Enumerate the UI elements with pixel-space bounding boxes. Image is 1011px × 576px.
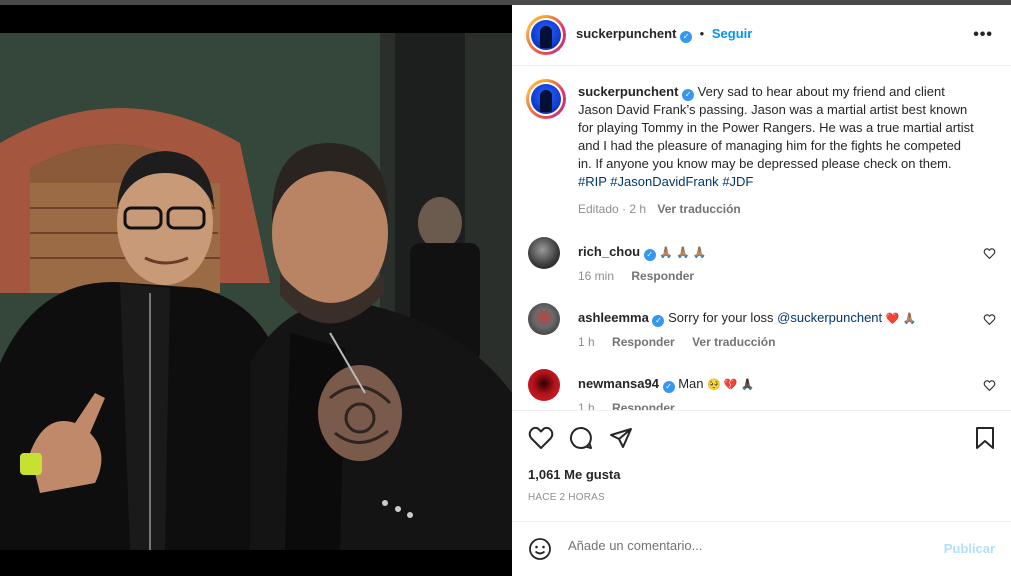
verified-badge-icon: ✓ — [652, 315, 665, 327]
send-icon[interactable] — [609, 426, 633, 450]
reply-link[interactable]: Responder — [612, 335, 675, 349]
comment-emojis: ❤️ 🙏🏽 — [885, 313, 917, 325]
comment-like-icon[interactable] — [983, 379, 996, 392]
comments-list[interactable]: suckerpunchent ✓ Very sad to hear about … — [512, 67, 1011, 410]
comment-body: Man — [678, 376, 708, 391]
caption-username[interactable]: suckerpunchent — [578, 84, 678, 99]
comment-time: 1 h — [578, 335, 595, 349]
reply-link[interactable]: Responder — [612, 401, 675, 410]
verified-badge-icon: ✓ — [680, 31, 693, 43]
caption-text-block: suckerpunchent ✓ Very sad to hear about … — [578, 83, 978, 191]
comment-emojis: 🥺 💔 🙏🏿 — [707, 379, 755, 391]
caption-translate-link[interactable]: Ver traducción — [657, 202, 740, 216]
post-image — [0, 33, 512, 550]
comment-time: 1 h — [578, 401, 595, 410]
comment-like-icon[interactable] — [983, 247, 996, 260]
commenter-avatar[interactable] — [528, 303, 560, 335]
comment-text: ashleemma ✓ Sorry for your loss @suckerp… — [578, 309, 968, 328]
comment-text: rich_chou ✓ 🙏🏽 🙏🏽 🙏🏽 — [578, 243, 968, 262]
comment-item: ashleemma ✓ Sorry for your loss @suckerp… — [526, 303, 996, 363]
comment-item: newmansa94 ✓ Man 🥺 💔 🙏🏿 1 h Responder — [526, 369, 996, 410]
emoji-icon[interactable] — [528, 537, 552, 561]
caption-avatar[interactable] — [526, 79, 566, 119]
translate-link[interactable]: Ver traducción — [692, 335, 775, 349]
hashtag-link[interactable]: #JasonDavidFrank — [610, 174, 718, 189]
likes-count[interactable]: 1,061 Me gusta — [528, 467, 621, 482]
comment-time: 16 min — [578, 269, 615, 283]
author-username[interactable]: suckerpunchent — [576, 26, 676, 41]
commenter-username[interactable]: newmansa94 — [578, 376, 659, 391]
photo-illustration — [0, 33, 512, 550]
post-details-panel: suckerpunchent ✓ • Seguir ••• suckerpunc… — [512, 5, 1011, 576]
add-comment-bar: Publicar — [512, 521, 1011, 576]
comment-meta: 16 min Responder — [578, 269, 708, 283]
bookmark-icon[interactable] — [975, 426, 995, 450]
caption-meta: Editado · 2 h Ver traducción — [578, 202, 741, 216]
comment-meta: 1 h Responder — [578, 401, 689, 410]
hashtag-link[interactable]: #RIP — [578, 174, 607, 189]
post-actions: 1,061 Me gusta HACE 2 HORAS — [512, 410, 1011, 520]
commenter-avatar[interactable] — [528, 369, 560, 401]
hashtag-link[interactable]: #JDF — [722, 174, 753, 189]
author-line: suckerpunchent ✓ • Seguir — [576, 26, 752, 43]
verified-badge-icon: ✓ — [662, 381, 675, 393]
comment-text: newmansa94 ✓ Man 🥺 💔 🙏🏿 — [578, 375, 968, 394]
comment-icon[interactable] — [569, 426, 593, 450]
comment-body: Sorry for your loss — [668, 310, 778, 325]
post-photo[interactable] — [0, 5, 512, 576]
commenter-avatar[interactable] — [528, 237, 560, 269]
author-avatar[interactable] — [526, 15, 566, 55]
post-header: suckerpunchent ✓ • Seguir ••• — [512, 5, 1011, 66]
follow-button[interactable]: Seguir — [712, 26, 752, 41]
verified-badge-icon: ✓ — [682, 89, 695, 101]
comment-item: rich_chou ✓ 🙏🏽 🙏🏽 🙏🏽 16 min Responder — [526, 237, 996, 297]
commenter-username[interactable]: rich_chou — [578, 244, 640, 259]
comment-like-icon[interactable] — [983, 313, 996, 326]
separator-dot: • — [699, 26, 705, 41]
more-icon[interactable]: ••• — [973, 26, 993, 44]
mention-link[interactable]: @suckerpunchent — [777, 310, 882, 325]
comment-input[interactable] — [568, 538, 928, 553]
reply-link[interactable]: Responder — [631, 269, 694, 283]
comment-meta: 1 h Responder Ver traducción — [578, 335, 789, 349]
commenter-username[interactable]: ashleemma — [578, 310, 649, 325]
post-time: HACE 2 HORAS — [528, 492, 605, 503]
publish-button[interactable]: Publicar — [944, 541, 995, 556]
comment-emojis: 🙏🏽 🙏🏽 🙏🏽 — [659, 247, 707, 259]
heart-icon[interactable] — [528, 426, 554, 450]
verified-badge-icon: ✓ — [643, 249, 656, 261]
caption-edited-time: Editado · 2 h — [578, 202, 647, 216]
